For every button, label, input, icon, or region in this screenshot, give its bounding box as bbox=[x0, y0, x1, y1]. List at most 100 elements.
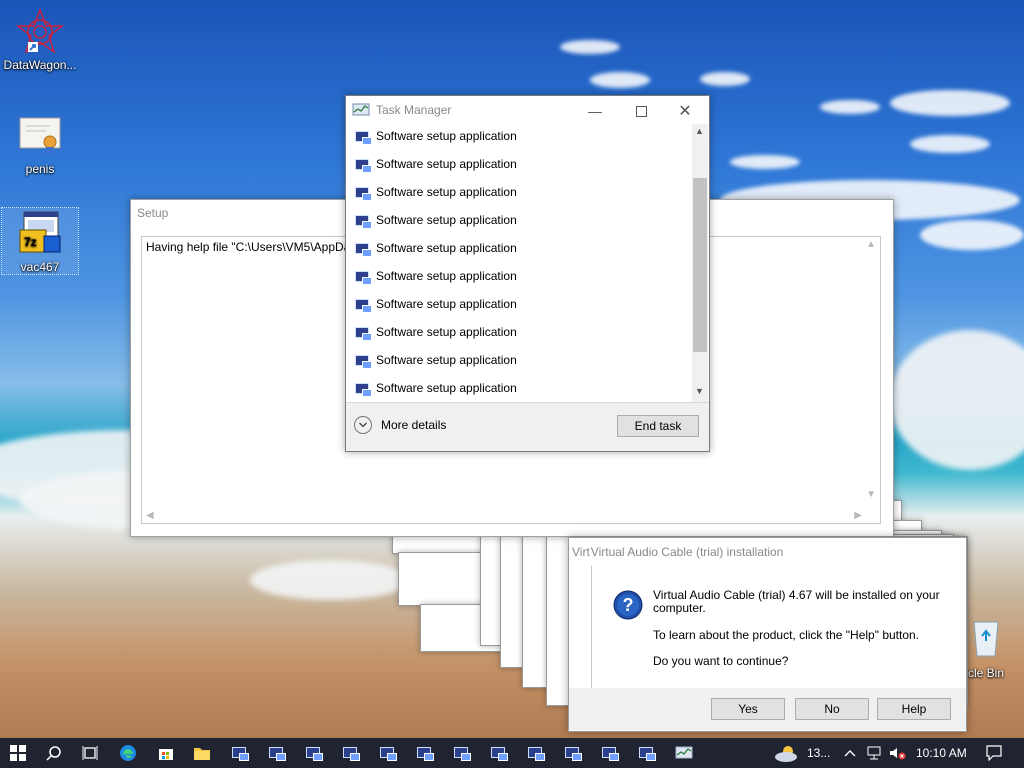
task-item-label: Software setup application bbox=[376, 381, 517, 395]
volume-muted-icon bbox=[890, 748, 906, 760]
desktop-icon-vac467[interactable]: 7z vac467 bbox=[1, 207, 79, 275]
volume-button[interactable] bbox=[886, 738, 910, 768]
vac-installer-icon bbox=[354, 241, 372, 257]
svg-text:?: ? bbox=[623, 595, 634, 615]
vac-dialog-titlebar[interactable]: Virt Virtual Audio Cable (trial) install… bbox=[569, 538, 966, 566]
vac-installer-icon bbox=[453, 745, 471, 761]
vac-installer-icon bbox=[354, 157, 372, 173]
help-button[interactable]: Help bbox=[877, 698, 951, 720]
taskbar-app-vac-installer[interactable] bbox=[518, 738, 554, 768]
vac-installer-icon bbox=[354, 325, 372, 341]
search-icon bbox=[46, 746, 61, 761]
scroll-right-arrow-icon[interactable]: ▶ bbox=[854, 510, 862, 521]
more-details-label: More details bbox=[381, 418, 447, 432]
setup-log-text: Having help file "C:\Users\VM5\AppData\L bbox=[146, 240, 371, 254]
task-manager-window[interactable]: Task Manager — ✕ Software setup applicat… bbox=[345, 95, 710, 452]
taskbar: 13... 10:10 AM bbox=[0, 738, 1024, 768]
task-item-label: Software setup application bbox=[376, 353, 517, 367]
task-list-item[interactable]: Software setup application bbox=[354, 206, 517, 234]
task-list-scrollbar[interactable]: ▲ ▼ bbox=[692, 124, 708, 402]
taskbar-app-vac-installer[interactable] bbox=[592, 738, 628, 768]
task-manager-icon bbox=[675, 746, 693, 759]
question-icon: ? bbox=[613, 590, 643, 620]
vac-installer-icon bbox=[354, 129, 372, 145]
vac-install-dialog[interactable]: Virt Virtual Audio Cable (trial) install… bbox=[568, 537, 967, 732]
edge-icon bbox=[120, 745, 136, 761]
taskbar-app-vac-installer[interactable] bbox=[259, 738, 295, 768]
task-list-item[interactable]: Software setup application bbox=[354, 318, 517, 346]
task-item-label: Software setup application bbox=[376, 129, 517, 143]
network-status-button[interactable] bbox=[862, 738, 886, 768]
end-task-button[interactable]: End task bbox=[617, 415, 699, 437]
task-list-item[interactable]: Software setup application bbox=[354, 234, 517, 262]
taskbar-app-vac-installer[interactable] bbox=[370, 738, 406, 768]
taskbar-app-task-manager[interactable] bbox=[666, 738, 702, 768]
scroll-down-arrow-icon[interactable]: ▼ bbox=[695, 386, 704, 396]
vac-installer-icon bbox=[354, 185, 372, 201]
dialog-message-line1: Virtual Audio Cable (trial) 4.67 will be… bbox=[653, 588, 940, 615]
desktop-icon-label: vac467 bbox=[20, 260, 60, 274]
taskbar-app-vac-installer[interactable] bbox=[296, 738, 332, 768]
show-hidden-icons-button[interactable] bbox=[838, 738, 862, 768]
task-item-label: Software setup application bbox=[376, 241, 517, 255]
vac-installer-icon bbox=[490, 745, 508, 761]
more-details-toggle[interactable]: More details bbox=[354, 416, 446, 434]
task-view-button[interactable] bbox=[72, 738, 108, 768]
taskbar-app-vac-installer[interactable] bbox=[555, 738, 591, 768]
task-list-item[interactable]: Software setup application bbox=[354, 150, 517, 178]
start-button[interactable] bbox=[0, 738, 36, 768]
yes-button[interactable]: Yes bbox=[711, 698, 785, 720]
task-manager-footer: More details End task bbox=[346, 402, 709, 451]
edge-browser-button[interactable] bbox=[110, 738, 146, 768]
store-button[interactable] bbox=[148, 738, 184, 768]
task-item-label: Software setup application bbox=[376, 185, 517, 199]
taskbar-app-vac-installer[interactable] bbox=[481, 738, 517, 768]
task-list-item[interactable]: Software setup application bbox=[354, 262, 517, 290]
taskbar-app-vac-installer[interactable] bbox=[222, 738, 258, 768]
task-view-icon bbox=[82, 746, 98, 760]
taskbar-app-vac-installer[interactable] bbox=[407, 738, 443, 768]
svg-text:7z: 7z bbox=[24, 235, 37, 249]
task-list-item[interactable]: Software setup application bbox=[354, 122, 517, 150]
taskbar-clock[interactable]: 10:10 AM bbox=[916, 738, 967, 768]
weather-widget[interactable] bbox=[770, 738, 804, 768]
vac-installer-icon bbox=[379, 745, 397, 761]
notification-icon bbox=[986, 745, 1002, 761]
task-manager-icon bbox=[352, 103, 370, 117]
vac-installer-icon bbox=[268, 745, 286, 761]
scroll-up-arrow-icon[interactable]: ▲ bbox=[866, 239, 876, 250]
recycle-bin-icon bbox=[962, 612, 1010, 660]
windows-logo-icon bbox=[10, 745, 26, 761]
search-button[interactable] bbox=[36, 738, 72, 768]
scrollbar-thumb[interactable] bbox=[693, 178, 707, 352]
scroll-up-arrow-icon[interactable]: ▲ bbox=[695, 126, 704, 136]
desktop-icon-penis[interactable]: penis bbox=[2, 112, 78, 176]
task-list-item[interactable]: Software setup application bbox=[354, 346, 517, 374]
taskbar-app-vac-installer[interactable] bbox=[333, 738, 369, 768]
vac-installer-icon bbox=[638, 745, 656, 761]
dialog-button-bar: Yes No Help bbox=[569, 688, 966, 730]
scroll-down-arrow-icon[interactable]: ▼ bbox=[866, 489, 876, 500]
file-explorer-button[interactable] bbox=[184, 738, 220, 768]
notification-center-button[interactable] bbox=[976, 738, 1012, 768]
task-item-label: Software setup application bbox=[376, 213, 517, 227]
task-list-item[interactable]: Software setup application bbox=[354, 178, 517, 206]
task-list-item[interactable]: Software setup application bbox=[354, 374, 517, 402]
vac-installer-icon bbox=[305, 745, 323, 761]
vac-installer-icon bbox=[354, 269, 372, 285]
no-button[interactable]: No bbox=[795, 698, 869, 720]
task-item-label: Software setup application bbox=[376, 269, 517, 283]
maximize-icon bbox=[635, 105, 647, 117]
cloudy-weather-icon bbox=[775, 746, 797, 762]
task-list-item[interactable]: Software setup application bbox=[354, 290, 517, 318]
scroll-left-arrow-icon[interactable]: ◀ bbox=[146, 510, 154, 521]
desktop-icon-datawagon[interactable]: DataWagon... bbox=[2, 8, 78, 72]
chevron-down-icon bbox=[354, 416, 372, 434]
weather-temperature[interactable]: 13... bbox=[807, 738, 830, 768]
starburst-shortcut-icon bbox=[15, 8, 65, 56]
taskbar-app-vac-installer[interactable] bbox=[629, 738, 665, 768]
taskbar-app-vac-installer[interactable] bbox=[444, 738, 480, 768]
dialog-message-line3: Do you want to continue? bbox=[653, 654, 789, 668]
window-title: Setup bbox=[137, 206, 169, 220]
task-list[interactable]: Software setup application Software setu… bbox=[346, 122, 692, 402]
